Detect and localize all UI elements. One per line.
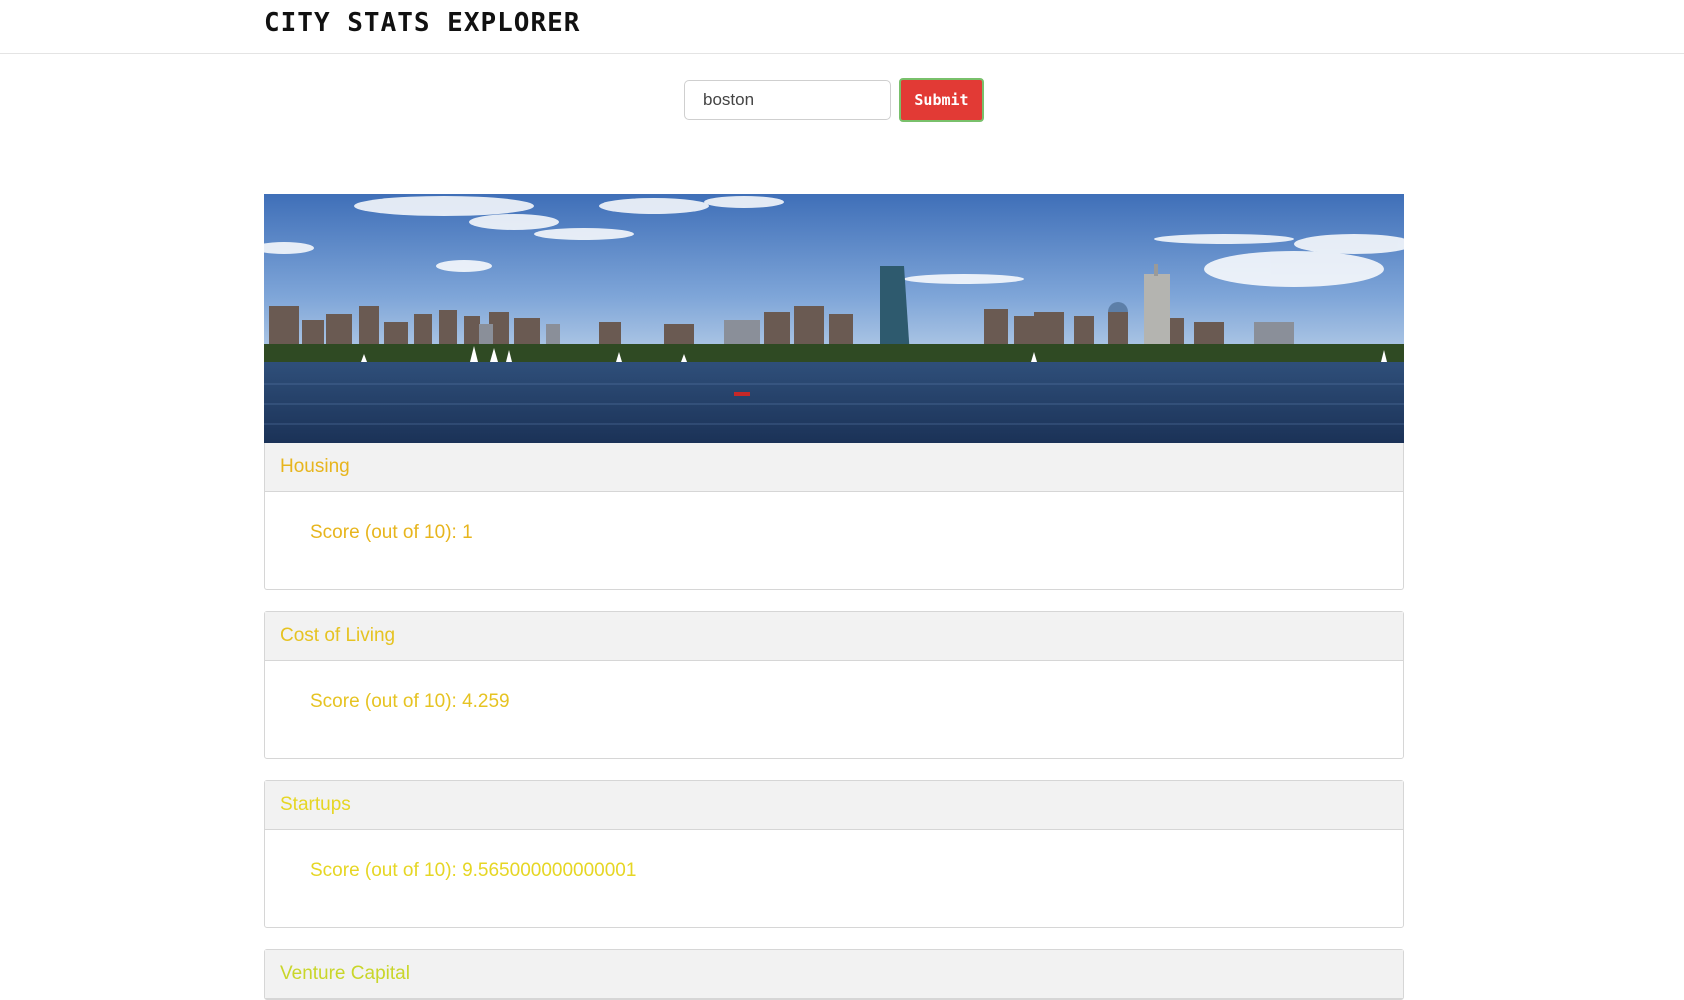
city-skyline-image: [264, 194, 1404, 443]
submit-button[interactable]: Submit: [899, 78, 984, 122]
panel-title: Venture Capital: [265, 950, 1403, 999]
panel-title: Housing: [265, 443, 1403, 492]
panel-startups: Startups Score (out of 10): 9.5650000000…: [264, 780, 1404, 928]
panel-body: Score (out of 10): 4.259: [265, 661, 1403, 758]
top-navbar: CITY STATS EXPLORER: [0, 0, 1684, 54]
results: Housing Score (out of 10): 1 Cost of Liv…: [264, 194, 1404, 1000]
score-value: Score (out of 10): 4.259: [310, 691, 510, 712]
app-title[interactable]: CITY STATS EXPLORER: [264, 8, 580, 38]
search-form: Submit: [684, 78, 984, 122]
panel-body: Score (out of 10): 1: [265, 492, 1403, 589]
panel-venture-capital: Venture Capital: [264, 949, 1404, 1000]
panel-body: Score (out of 10): 9.565000000000001: [265, 830, 1403, 927]
score-value: Score (out of 10): 1: [310, 522, 473, 543]
score-value: Score (out of 10): 9.565000000000001: [310, 860, 637, 881]
panel-housing: Housing Score (out of 10): 1: [264, 443, 1404, 590]
panel-title: Startups: [265, 781, 1403, 830]
panel-cost-of-living: Cost of Living Score (out of 10): 4.259: [264, 611, 1404, 759]
panel-title: Cost of Living: [265, 612, 1403, 661]
city-search-input[interactable]: [684, 80, 891, 120]
